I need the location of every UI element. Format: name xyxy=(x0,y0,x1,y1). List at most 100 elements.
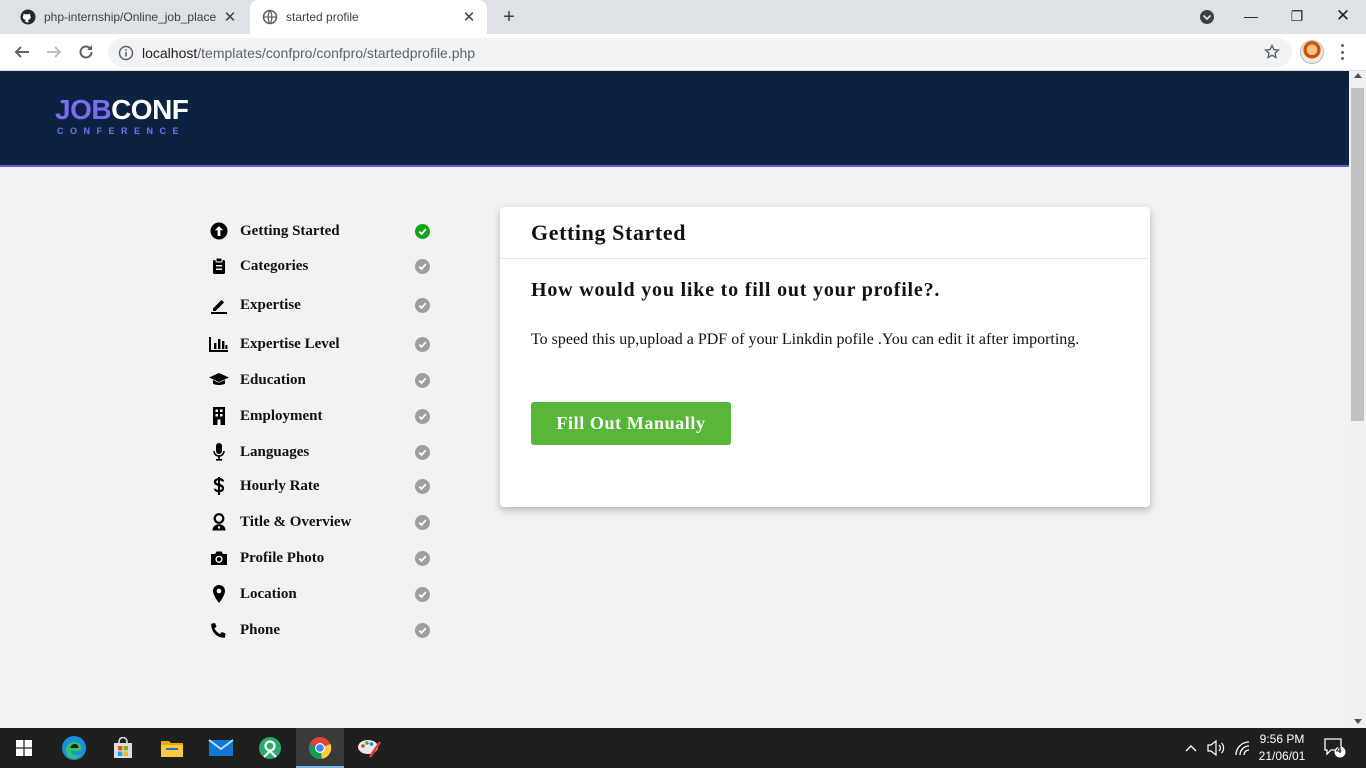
show-hidden-icons-chevron-icon[interactable] xyxy=(1182,728,1200,768)
step-item[interactable]: Getting Started xyxy=(208,219,438,243)
step-label: Hourly Rate xyxy=(240,477,320,494)
globe-icon xyxy=(262,9,278,25)
mail-icon[interactable] xyxy=(197,728,245,768)
getting-started-card: Getting Started How would you like to fi… xyxy=(500,207,1150,507)
fill-out-manually-button[interactable]: Fill Out Manually xyxy=(531,402,731,445)
map-pin-icon xyxy=(208,583,230,605)
step-label: Location xyxy=(240,585,297,602)
step-label: Employment xyxy=(240,407,323,424)
scroll-up-arrow-icon[interactable] xyxy=(1354,73,1362,78)
arrow-up-circle-icon xyxy=(208,220,230,242)
notification-count-badge: 4 xyxy=(1336,745,1342,756)
step-item[interactable]: Phone xyxy=(208,618,438,642)
bookmark-star-icon[interactable] xyxy=(1263,43,1281,60)
browser-tab-strip: php-internship/Online_job_place ✕ starte… xyxy=(0,0,1366,34)
page-scrollbar[interactable] xyxy=(1349,71,1366,728)
step-label: Phone xyxy=(240,621,281,638)
clock-date: 21/06/01 xyxy=(1258,749,1306,763)
browser-tab-github[interactable]: php-internship/Online_job_place ✕ xyxy=(8,0,248,34)
volume-icon[interactable] xyxy=(1206,728,1226,768)
pencil-icon xyxy=(208,294,230,316)
url-text: localhost/templates/confpro/confpro/star… xyxy=(142,45,475,61)
url-host: localhost xyxy=(142,44,198,61)
scrollbar-thumb[interactable] xyxy=(1351,88,1364,421)
new-tab-plus-icon[interactable]: + xyxy=(498,6,520,28)
step-item[interactable]: Profile Photo xyxy=(208,546,438,570)
check-pending-icon xyxy=(415,623,430,638)
step-label: Categories xyxy=(240,257,309,274)
reload-icon[interactable] xyxy=(74,40,98,64)
windows-start-icon[interactable] xyxy=(0,728,48,768)
forward-arrow-icon[interactable] xyxy=(42,40,66,64)
tab-close-icon[interactable]: ✕ xyxy=(459,7,479,27)
check-pending-icon xyxy=(415,373,430,388)
tab-title: started profile xyxy=(286,10,359,24)
restore-icon[interactable]: ❐ xyxy=(1274,4,1320,28)
window-close-icon[interactable]: ✕ xyxy=(1320,4,1366,28)
step-label: Education xyxy=(240,371,306,388)
card-header: Getting Started xyxy=(500,207,1150,259)
step-label: Expertise xyxy=(240,296,301,313)
site-logo[interactable]: JOBCONF CONFERENCE xyxy=(55,93,189,136)
check-pending-icon xyxy=(415,515,430,530)
file-explorer-icon[interactable] xyxy=(148,728,196,768)
check-pending-icon xyxy=(415,587,430,602)
wifi-icon[interactable] xyxy=(1232,728,1252,768)
tab-close-icon[interactable]: ✕ xyxy=(220,7,240,27)
step-item[interactable]: Title & Overview xyxy=(208,510,438,534)
tab-search-icon[interactable] xyxy=(1198,8,1216,26)
check-pending-icon xyxy=(415,445,430,460)
tab-title: php-internship/Online_job_place xyxy=(44,10,217,24)
step-item[interactable]: Expertise xyxy=(208,293,438,317)
step-label: Title & Overview xyxy=(240,513,352,530)
maps-app-icon[interactable] xyxy=(246,728,294,768)
microphone-icon xyxy=(208,441,230,463)
logo-part-conf: CONF xyxy=(111,94,189,125)
step-item[interactable]: Location xyxy=(208,582,438,606)
check-pending-icon xyxy=(415,337,430,352)
page-viewport: JOBCONF CONFERENCE Getting Started Catego… xyxy=(0,71,1366,728)
clock-time: 9:56 PM xyxy=(1259,732,1305,746)
scroll-down-arrow-icon[interactable] xyxy=(1354,719,1362,724)
windows-taskbar: 9:56 PM 21/06/01 4 xyxy=(0,728,1366,768)
browser-menu-icon[interactable] xyxy=(1336,42,1348,62)
step-item[interactable]: Employment xyxy=(208,404,438,428)
back-arrow-icon[interactable] xyxy=(10,40,34,64)
step-item[interactable]: Categories xyxy=(208,254,438,278)
browser-tab-started-profile[interactable]: started profile ✕ xyxy=(250,0,487,34)
step-label: Getting Started xyxy=(240,222,340,239)
step-item[interactable]: Languages xyxy=(208,440,438,464)
step-item[interactable]: Education xyxy=(208,368,438,392)
paint-app-icon[interactable] xyxy=(345,728,393,768)
step-label: Languages xyxy=(240,443,310,460)
check-pending-icon xyxy=(415,298,430,313)
store-icon[interactable] xyxy=(99,728,147,768)
step-item[interactable]: Expertise Level xyxy=(208,332,438,356)
site-info-icon[interactable] xyxy=(118,45,134,61)
step-label: Profile Photo xyxy=(240,549,325,566)
camera-icon xyxy=(208,547,230,569)
address-bar[interactable]: localhost/templates/confpro/confpro/star… xyxy=(108,38,1292,67)
chrome-icon[interactable] xyxy=(296,728,344,768)
card-question: How would you like to fill out your prof… xyxy=(531,279,941,301)
clipboard-icon xyxy=(208,255,230,277)
notification-center-icon[interactable]: 4 xyxy=(1320,728,1350,768)
step-label: Expertise Level xyxy=(240,335,340,352)
logo-subtitle: CONFERENCE xyxy=(57,126,186,136)
building-icon xyxy=(208,405,230,427)
profile-avatar[interactable] xyxy=(1300,40,1324,64)
step-item[interactable]: Hourly Rate xyxy=(208,474,438,498)
check-pending-icon xyxy=(415,259,430,274)
site-header: JOBCONF CONFERENCE xyxy=(0,71,1349,167)
user-icon xyxy=(208,511,230,533)
browser-toolbar: localhost/templates/confpro/confpro/star… xyxy=(0,34,1366,71)
phone-icon xyxy=(208,619,230,641)
taskbar-clock[interactable]: 9:56 PM 21/06/01 xyxy=(1252,731,1312,765)
bar-chart-icon xyxy=(208,333,230,355)
card-title: Getting Started xyxy=(531,219,687,245)
card-description: To speed this up,upload a PDF of your Li… xyxy=(531,331,1080,348)
check-pending-icon xyxy=(415,551,430,566)
minimize-icon[interactable]: — xyxy=(1228,4,1274,28)
edge-browser-icon[interactable] xyxy=(50,728,98,768)
logo-part-job: JOB xyxy=(55,94,112,125)
